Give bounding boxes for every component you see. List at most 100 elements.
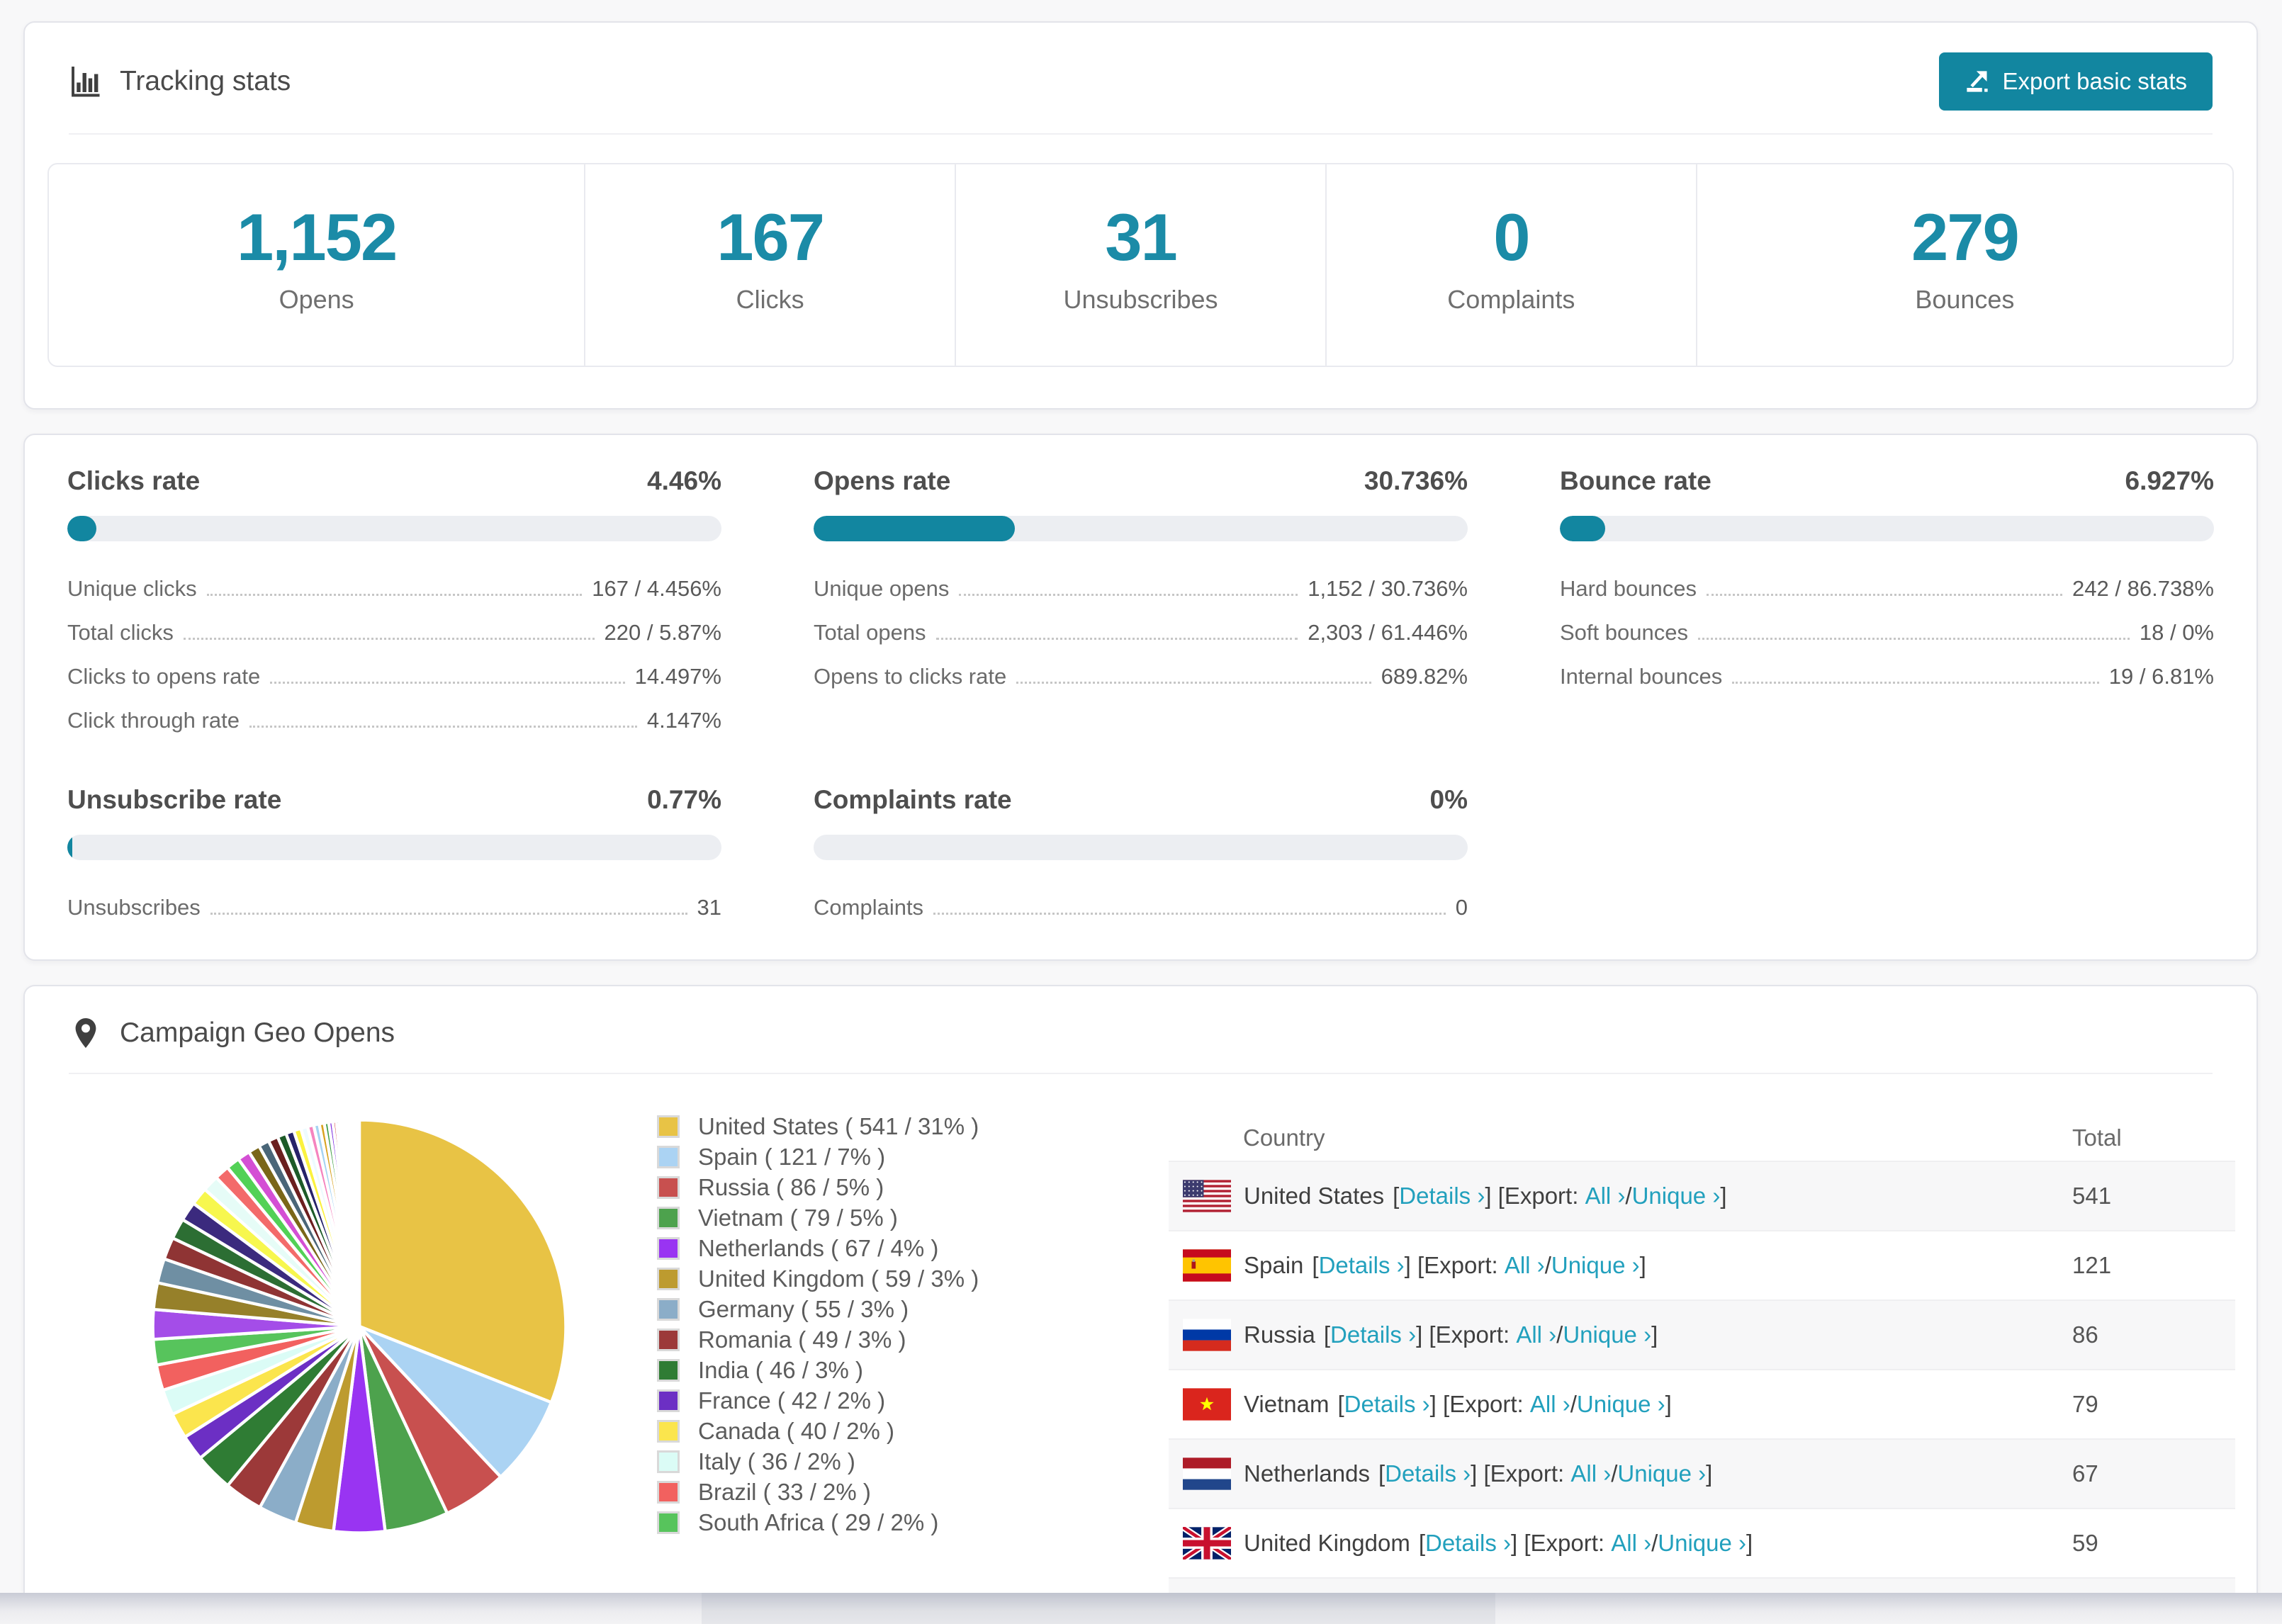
export-unique-link[interactable]: Unique › bbox=[1563, 1321, 1651, 1348]
legend-item: Canada ( 40 / 2% ) bbox=[657, 1416, 1054, 1446]
rate-block: Opens rate 30.736% Unique opens 1,152 / … bbox=[814, 466, 1468, 743]
dotted-leader bbox=[959, 594, 1298, 596]
country-name: Vietnam bbox=[1244, 1391, 1330, 1417]
country-name: Netherlands bbox=[1244, 1460, 1370, 1487]
rate-detail-row: Internal bounces 19 / 6.81% bbox=[1560, 655, 2214, 699]
rate-detail-row: Click through rate 4.147% bbox=[67, 699, 721, 743]
rate-title: Unsubscribe rate bbox=[67, 785, 282, 814]
rate-detail-row: Soft bounces 18 / 0% bbox=[1560, 611, 2214, 655]
rate-row-label: Total clicks bbox=[67, 620, 174, 645]
stat-label: Complaints bbox=[1447, 285, 1575, 314]
rate-title: Clicks rate bbox=[67, 466, 201, 495]
dotted-leader bbox=[183, 638, 595, 640]
rate-value: 4.46% bbox=[647, 466, 721, 495]
stat-label: Bounces bbox=[1915, 285, 2015, 314]
export-all-link[interactable]: All › bbox=[1585, 1183, 1626, 1209]
export-all-link[interactable]: All › bbox=[1516, 1321, 1556, 1348]
country-total: 86 bbox=[2072, 1321, 2098, 1348]
dotted-leader bbox=[1697, 638, 2130, 640]
table-row: Russia [Details ›] [Export: All › / Uniq… bbox=[1169, 1299, 2235, 1370]
country-total: 59 bbox=[2072, 1530, 2098, 1556]
legend-color-swatch bbox=[657, 1206, 680, 1229]
table-row: Vietnam [Details ›] [Export: All › / Uni… bbox=[1169, 1370, 2235, 1438]
export-basic-stats-button[interactable]: Export basic stats bbox=[1938, 52, 2213, 111]
details-link[interactable]: Details › bbox=[1330, 1321, 1416, 1348]
rate-row-value: 1,152 / 30.736% bbox=[1308, 576, 1468, 601]
country-total: 67 bbox=[2072, 1460, 2098, 1487]
legend-color-swatch bbox=[657, 1480, 680, 1504]
legend-color-swatch bbox=[657, 1175, 680, 1199]
details-link[interactable]: Details › bbox=[1319, 1252, 1405, 1279]
bottom-scroll-bar[interactable] bbox=[702, 1593, 1495, 1624]
export-button-label: Export basic stats bbox=[2002, 68, 2187, 94]
export-unique-link[interactable]: Unique › bbox=[1577, 1391, 1665, 1418]
legend-color-swatch bbox=[657, 1236, 680, 1260]
export-all-link[interactable]: All › bbox=[1530, 1391, 1570, 1418]
rate-progress-bar bbox=[814, 835, 1468, 860]
rate-progress-bar bbox=[814, 516, 1468, 541]
rate-value: 6.927% bbox=[2125, 466, 2215, 495]
campaign-geo-opens-title: Campaign Geo Opens bbox=[120, 1017, 395, 1048]
country-flag-icon bbox=[1183, 1319, 1231, 1351]
dotted-leader bbox=[1707, 594, 2063, 596]
rate-detail-row: Unique clicks 167 / 4.456% bbox=[67, 567, 721, 611]
rate-row-value: 2,303 / 61.446% bbox=[1308, 620, 1468, 645]
legend-color-swatch bbox=[657, 1115, 680, 1138]
rate-rows: Unsubscribes 31 bbox=[67, 886, 721, 930]
rate-row-value: 14.497% bbox=[634, 664, 721, 689]
stat-label: Unsubscribes bbox=[1063, 285, 1218, 314]
export-unique-link[interactable]: Unique › bbox=[1658, 1530, 1746, 1557]
rate-title: Complaints rate bbox=[814, 785, 1012, 814]
stat-summary-cell: 1,152 Opens bbox=[49, 164, 584, 366]
rate-row-value: 18 / 0% bbox=[2139, 620, 2214, 645]
rate-block: Clicks rate 4.46% Unique clicks 167 / 4.… bbox=[67, 466, 721, 743]
rate-progress-bar bbox=[67, 835, 721, 860]
rate-progress-bar bbox=[67, 516, 721, 541]
export-all-link[interactable]: All › bbox=[1611, 1530, 1651, 1557]
country-total: 79 bbox=[2072, 1391, 2098, 1417]
legend-label: Romania ( 49 / 3% ) bbox=[698, 1326, 906, 1353]
rates-card: Clicks rate 4.46% Unique clicks 167 / 4.… bbox=[23, 434, 2258, 961]
export-all-link[interactable]: All › bbox=[1570, 1460, 1611, 1487]
geo-pie-chart[interactable] bbox=[140, 1107, 579, 1546]
legend-label: Spain ( 121 / 7% ) bbox=[698, 1143, 886, 1170]
rate-progress-fill bbox=[67, 516, 97, 541]
country-flag-icon bbox=[1183, 1527, 1231, 1560]
legend-item: United Kingdom ( 59 / 3% ) bbox=[657, 1263, 1054, 1294]
details-link[interactable]: Details › bbox=[1344, 1391, 1430, 1418]
legend-label: Vietnam ( 79 / 5% ) bbox=[698, 1204, 898, 1231]
stat-summary-cell: 167 Clicks bbox=[584, 164, 955, 366]
rate-rows: Hard bounces 242 / 86.738% Soft bounces … bbox=[1560, 567, 2214, 699]
export-unique-link[interactable]: Unique › bbox=[1617, 1460, 1706, 1487]
rate-progress-fill bbox=[814, 516, 1015, 541]
total-column-header: Total bbox=[2072, 1124, 2122, 1151]
page-bottom-band bbox=[0, 1593, 2282, 1624]
table-row: United Kingdom [Details ›] [Export: All … bbox=[1169, 1509, 2235, 1577]
tracking-stats-card: Tracking stats Export basic stats 1,152 … bbox=[23, 21, 2258, 410]
legend-color-swatch bbox=[657, 1419, 680, 1443]
rate-title: Opens rate bbox=[814, 466, 951, 495]
country-column-header: Country bbox=[1243, 1124, 1325, 1151]
country-total: 541 bbox=[2072, 1183, 2112, 1209]
rate-value: 0.77% bbox=[647, 785, 721, 814]
details-link[interactable]: Details › bbox=[1385, 1460, 1471, 1487]
legend-label: United Kingdom ( 59 / 3% ) bbox=[698, 1265, 979, 1292]
legend-label: United States ( 541 / 31% ) bbox=[698, 1112, 979, 1139]
legend-color-swatch bbox=[657, 1267, 680, 1290]
geo-table-header: Country Total bbox=[1169, 1115, 2235, 1161]
legend-color-swatch bbox=[657, 1328, 680, 1351]
details-link[interactable]: Details › bbox=[1399, 1183, 1485, 1209]
rate-row-label: Internal bounces bbox=[1560, 664, 1723, 689]
export-unique-link[interactable]: Unique › bbox=[1551, 1252, 1640, 1279]
export-unique-link[interactable]: Unique › bbox=[1632, 1183, 1721, 1209]
rate-value: 0% bbox=[1429, 785, 1468, 814]
country-flag-icon bbox=[1183, 1388, 1231, 1421]
map-pin-icon bbox=[69, 1016, 103, 1050]
legend-item: Russia ( 86 / 5% ) bbox=[657, 1172, 1054, 1202]
rate-rows: Unique opens 1,152 / 30.736% Total opens… bbox=[814, 567, 1468, 699]
rate-block: Complaints rate 0% Complaints 0 bbox=[814, 785, 1468, 930]
details-link[interactable]: Details › bbox=[1425, 1530, 1511, 1557]
geo-table-body: United States [Details ›] [Export: All ›… bbox=[1169, 1161, 2235, 1593]
rate-detail-row: Total clicks 220 / 5.87% bbox=[67, 611, 721, 655]
export-all-link[interactable]: All › bbox=[1505, 1252, 1545, 1279]
